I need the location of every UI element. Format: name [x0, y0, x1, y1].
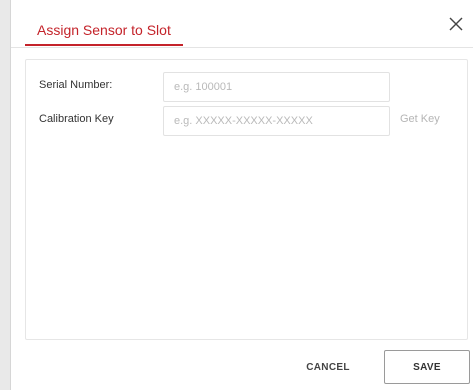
save-button[interactable]: SAVE [384, 350, 470, 384]
serial-number-input[interactable] [163, 72, 390, 102]
calibration-key-row: Calibration Key Get Key [26, 106, 467, 136]
close-icon[interactable] [448, 16, 464, 32]
assign-sensor-dialog: Assign Sensor to Slot Serial Number: Cal… [10, 0, 473, 390]
dialog-footer: CANCEL SAVE [11, 345, 473, 390]
calibration-key-label: Calibration Key [39, 113, 114, 125]
serial-number-row: Serial Number: [26, 72, 467, 102]
serial-number-label: Serial Number: [39, 79, 113, 91]
dialog-title-tab: Assign Sensor to Slot [25, 12, 183, 46]
cancel-button[interactable]: CANCEL [293, 351, 363, 383]
form-panel: Serial Number: Calibration Key Get Key [25, 59, 468, 340]
dialog-header: Assign Sensor to Slot [11, 0, 473, 48]
close-icon-glyph [449, 17, 463, 31]
get-key-link[interactable]: Get Key [400, 113, 440, 125]
calibration-key-input[interactable] [163, 106, 390, 136]
